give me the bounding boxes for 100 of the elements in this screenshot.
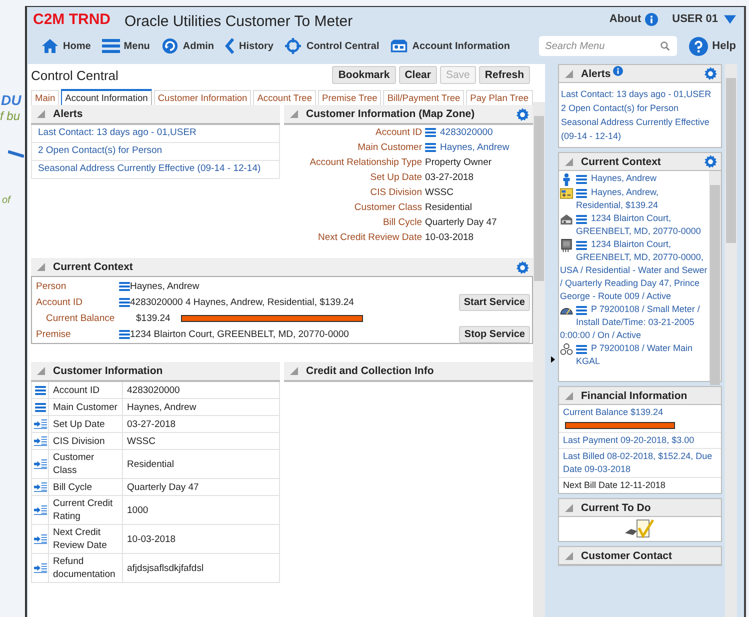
caret-icon[interactable] (724, 14, 736, 24)
detail-icon[interactable] (34, 563, 46, 573)
nav-link[interactable]: History (225, 38, 274, 54)
table-cell-text: Residential (126, 458, 174, 472)
nav-link[interactable]: Account Information (390, 38, 510, 54)
value-link[interactable]: 4283020000 (440, 127, 493, 138)
detail-icon[interactable] (34, 482, 46, 492)
field-label: CIS Division (369, 187, 423, 198)
menu-icon[interactable] (119, 298, 130, 306)
search-field[interactable]: Search Menu (539, 36, 678, 56)
nav-link[interactable]: Menu (102, 38, 150, 54)
nav-link[interactable]: Admin (160, 38, 214, 54)
context-link[interactable]: Haynes, Andrew (560, 172, 708, 185)
house-icon[interactable] (560, 213, 573, 226)
nav-link[interactable]: Home (41, 38, 91, 54)
detail-icon[interactable] (34, 419, 46, 429)
toolbar-button[interactable]: Clear (398, 66, 437, 84)
alert-link[interactable]: Seasonal Address Currently Effective (09-14 - 12-14) (561, 115, 719, 143)
context-link[interactable]: P 79200108 / Small Meter / Install Date/Time: 03-21-2005 0:00:00 / On / Active (560, 303, 708, 342)
tab[interactable]: Account Information (61, 89, 152, 105)
zone-title: Current To Do (581, 502, 651, 514)
context-link[interactable]: 1234 Blairton Court, GREENBELT, MD, 20770-0000, USA / Residential - Water and Sewer / Quarterly Reading Day 47, Prince George - Route 009 / Active (560, 238, 708, 303)
financial-link[interactable]: Last Billed 08-02-2018, $152.24, Due Date 09-03-2018 (563, 450, 717, 476)
toolbar-button[interactable]: Bookmark (332, 66, 396, 84)
back-chevron-icon (225, 38, 236, 54)
menu-icon[interactable] (576, 175, 587, 184)
tab[interactable]: Main (31, 90, 60, 105)
service-button[interactable]: Stop Service (459, 326, 530, 342)
alert-link[interactable]: Seasonal Address Currently Effective (09-14 - 12-14) (31, 161, 280, 179)
table-cell: Next Credit Review Date (49, 525, 123, 553)
menu-icon[interactable] (425, 143, 436, 152)
context-link[interactable]: 1234 Blairton Court, GREENBELT, MD, 20770-0000 (560, 212, 708, 238)
about-link[interactable]: About (609, 13, 642, 25)
menu-icon[interactable] (576, 215, 587, 224)
menu-icon (102, 38, 120, 54)
zone-title: Financial Information (581, 390, 688, 402)
detail-icon[interactable] (34, 459, 46, 469)
background-stroke (8, 150, 24, 158)
alert-link[interactable]: Last Contact: 13 days ago - 01,USER (31, 125, 280, 143)
menu-icon[interactable] (576, 241, 587, 250)
tab[interactable]: Premise Tree (318, 90, 382, 105)
toolbar-button[interactable]: Refresh (478, 66, 530, 84)
detail-icon[interactable] (34, 534, 46, 544)
user-menu[interactable]: USER 01 (672, 13, 718, 25)
field-label: Account ID (36, 296, 84, 308)
network-icon[interactable] (560, 343, 573, 356)
zone-title: Customer Contact (581, 550, 672, 562)
financial-link[interactable]: Last Payment 09-20-2018, $3.00 (563, 434, 717, 447)
table-cell-text: Quarterly Day 47 (126, 480, 199, 494)
checklist-icon[interactable] (625, 519, 655, 539)
tab[interactable]: Bill/Payment Tree (383, 90, 464, 105)
context-link[interactable]: Haynes, Andrew, Residential, $139.24 (560, 186, 708, 212)
help-icon[interactable] (689, 36, 708, 56)
detail-icon[interactable] (34, 436, 46, 446)
field-label: Customer Class (353, 202, 423, 213)
menu-icon[interactable] (34, 402, 46, 412)
zone-title: Alerts (581, 68, 611, 80)
nav-link[interactable]: Control Central (284, 38, 380, 54)
table-cell: Main Customer (49, 399, 123, 415)
scrollbar[interactable] (533, 102, 545, 617)
alert-link[interactable]: 2 Open Contact(s) for Person (31, 143, 280, 161)
field-value: 10-03-2018 (425, 232, 474, 243)
zone-title: Customer Information (Map Zone) (306, 108, 475, 120)
search-icon[interactable] (660, 41, 670, 51)
menu-icon[interactable] (425, 128, 436, 137)
help-link[interactable]: Help (712, 40, 736, 52)
settings-icon[interactable] (704, 155, 717, 168)
field-value: 4283020000 4 Haynes, Andrew, Residential, $139.24 (130, 296, 354, 308)
settings-icon[interactable] (704, 67, 717, 80)
zone-title: Customer Information (53, 365, 163, 377)
info-icon[interactable] (612, 66, 623, 76)
expand-arrow-icon[interactable] (551, 356, 555, 363)
menu-icon[interactable] (576, 345, 587, 354)
table-cell-text: afjdsjsaflsdkjfafdsl (126, 562, 204, 576)
alert-link[interactable]: 2 Open Contact(s) for Person (561, 101, 719, 115)
field-label: Person (36, 280, 68, 292)
account-card-icon[interactable] (560, 187, 573, 200)
field-label: Next Credit Review Date (316, 232, 423, 243)
menu-icon[interactable] (119, 330, 130, 338)
tab[interactable]: Customer Information (154, 90, 252, 105)
settings-icon[interactable] (516, 260, 529, 274)
context-link[interactable]: P 79200108 / Water Main KGAL (560, 342, 708, 368)
service-button[interactable]: Start Service (458, 294, 530, 310)
field-value: Haynes, Andrew (130, 280, 200, 292)
balance-link[interactable]: Current Balance $139.24 (563, 406, 717, 419)
tab[interactable]: Pay Plan Tree (466, 90, 533, 105)
field-label: Main Customer (356, 142, 423, 153)
detail-icon[interactable] (34, 505, 46, 515)
menu-icon[interactable] (576, 189, 587, 198)
menu-icon[interactable] (34, 386, 46, 394)
alert-link[interactable]: Last Contact: 13 days ago - 01,USER (561, 87, 719, 101)
menu-icon[interactable] (576, 306, 587, 315)
scrollbar[interactable] (725, 64, 737, 617)
value-link[interactable]: Haynes, Andrew (440, 142, 510, 153)
table-cell-text: 4283020000 (126, 384, 180, 398)
info-icon[interactable] (645, 12, 658, 26)
settings-icon[interactable] (516, 108, 529, 120)
meter-box-icon[interactable] (560, 239, 573, 252)
tab[interactable]: Account Tree (253, 90, 316, 105)
menu-icon[interactable] (119, 282, 130, 290)
